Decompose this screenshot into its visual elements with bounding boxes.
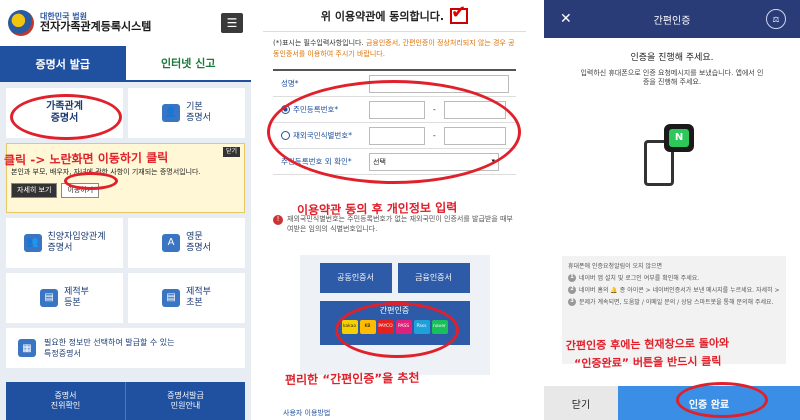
annotation-text: 클릭 -> 노란화면 이동하기 클릭: [3, 150, 169, 168]
card-removed-full[interactable]: ▤ 제적부 등본: [6, 273, 123, 323]
step-text: 네이버 앱 설치 및 로그인 여부를 확인해 주세요.: [579, 275, 700, 282]
auth-title: 간편인증: [653, 15, 691, 27]
checkbox-icon[interactable]: [450, 2, 469, 24]
agree-header: 위 이용약관에 동의합니다.: [263, 0, 526, 32]
agree-text: 위 이용약관에 동의합니다.: [320, 9, 445, 23]
app-title: 대한민국 법원 전자가족관계등록시스템: [40, 12, 151, 34]
book-icon: ▤: [162, 289, 181, 307]
badge-letter: N: [669, 129, 689, 148]
court-emblem-icon: [8, 10, 34, 36]
card-adoption[interactable]: 👥 친양자입양관계 증명서: [6, 218, 123, 268]
close-icon[interactable]: ✕: [560, 11, 572, 27]
main-tabs: 증명서 발급 인터넷 신고: [0, 46, 251, 82]
details-button[interactable]: 자세히 보기: [11, 183, 58, 199]
annotation-text: 편리한 “간편인증”을 추천: [284, 370, 420, 388]
certificate-issue-screen: 대한민국 법원 전자가족관계등록시스템 ☰ 증명서 발급 인터넷 신고 가족관계…: [0, 0, 251, 420]
phone-illustration: N: [642, 118, 702, 188]
person-icon: 👤: [162, 104, 181, 122]
app-header: 대한민국 법원 전자가족관계등록시스템 ☰: [0, 0, 251, 46]
group-icon: 👥: [23, 234, 42, 252]
auth-heading: 인증을 진행해 주세요.: [630, 53, 714, 63]
identity-form-screen: 위 이용약관에 동의합니다. (*)표시는 필수입력사항입니다. 금융인증서, …: [263, 0, 526, 420]
card-english[interactable]: A 영문 증명서: [128, 218, 245, 268]
help-step: 2 네이버 홈의 🔔 종 아이콘 > 네이버인증서가 보낸 메시지를 누르세요. …: [568, 286, 780, 295]
highlight-circle: [335, 302, 459, 358]
system-title: 전자가족관계등록시스템: [40, 20, 152, 34]
financial-cert-button[interactable]: 금융인증서: [397, 262, 470, 293]
naver-badge-icon: N: [664, 124, 694, 153]
tab-certificate-issue[interactable]: 증명서 발급: [0, 46, 126, 82]
cancel-button[interactable]: 닫기: [544, 386, 618, 420]
guide-link[interactable]: 증명서발급 민원안내: [126, 382, 245, 420]
joint-cert-button[interactable]: 공동인증서: [319, 262, 392, 293]
highlight-circle: [64, 172, 118, 190]
help-step: 1 네이버 앱 설치 및 로그인 여부를 확인해 주세요.: [568, 274, 780, 283]
highlight-circle: [676, 382, 768, 418]
required-note: (*)표시는 필수입력사항입니다.: [273, 39, 364, 47]
auth-header: ✕ 간편인증 ⚖: [544, 0, 800, 38]
card-removed-abstract[interactable]: ▤ 제적부 초본: [128, 273, 245, 323]
highlight-circle: [267, 80, 521, 184]
card-label: 제적부 등본: [64, 287, 89, 308]
help-title: 휴대폰에 인증요청알림이 오지 않으면: [568, 263, 663, 270]
verify-link[interactable]: 증명서 진위확인: [6, 382, 126, 420]
tutorial-collage: 대한민국 법원 전자가족관계등록시스템 ☰ 증명서 발급 인터넷 신고 가족관계…: [0, 0, 800, 420]
close-tag[interactable]: 닫기: [222, 147, 240, 157]
easy-auth-screen: ✕ 간편인증 ⚖ 인증을 진행해 주세요. 입력하신 휴대폰으로 인증 요청메시…: [544, 0, 800, 420]
tab-internet-report[interactable]: 인터넷 신고: [125, 46, 251, 82]
card-label: 기본 증명서: [186, 102, 211, 123]
card-label: 필요한 정보만 선택하여 발급할 수 있는 특정증명서: [44, 338, 175, 358]
card-grid-bottom: 👥 친양자입양관계 증명서 A 영문 증명서 ▤ 제적부 등본 ▤ 제적부 초본: [6, 218, 245, 323]
card-specific-cert[interactable]: ▦ 필요한 정보만 선택하여 발급할 수 있는 특정증명서: [6, 328, 245, 368]
step-text: 네이버 홈의 🔔 종 아이콘 > 네이버인증서가 보낸 메시지를 누르세요. 자…: [579, 287, 780, 294]
step-text: 문제가 계속되면, 도움말 / 이메일 문의 / 상담 스마트봇을 통해 문의해…: [579, 299, 774, 306]
card-label: 영문 증명서: [186, 232, 211, 253]
card-label: 제적부 초본: [186, 287, 211, 308]
card-label: 친양자입양관계 증명서: [47, 232, 106, 253]
hamburger-icon[interactable]: ☰: [221, 13, 243, 33]
book-icon: ▤: [40, 289, 59, 307]
court-logo-icon: ⚖: [766, 9, 786, 29]
form-notes: (*)표시는 필수입력사항입니다. 금융인증서, 간편인증이 정상처리되지 않는…: [263, 32, 526, 65]
annotation-text: 이용약관 동의 후 개인정보 입력: [296, 200, 458, 218]
auth-subtext: 입력하신 휴대폰으로 인증 요청메시지를 보냈습니다. 앱에서 인증을 진행해 …: [580, 68, 764, 87]
footer-nav: 증명서 진위확인 증명서발급 민원안내: [6, 382, 245, 420]
help-step: 3 문제가 계속되면, 도움말 / 이메일 문의 / 상담 스마트봇을 통해 문의…: [568, 298, 780, 307]
warning-icon: !: [273, 215, 283, 225]
auth-message: 인증을 진행해 주세요. 입력하신 휴대폰으로 인증 요청메시지를 보냈습니다.…: [544, 38, 800, 194]
document-icon: ▦: [18, 339, 36, 357]
english-doc-icon: A: [162, 234, 181, 252]
annotation-text: 간편인증 후에는 현재창으로 돌아와 “인증완료” 버튼을 반드시 클릭: [565, 336, 730, 370]
card-basic-cert[interactable]: 👤 기본 증명서: [128, 88, 245, 138]
highlight-circle: [10, 94, 122, 140]
popup-text: 본인과 부모, 배우자, 자녀에 관한 사항이 기재되는 증명서입니다.: [11, 168, 201, 176]
usage-link[interactable]: 사용자 이용방법: [283, 408, 330, 418]
